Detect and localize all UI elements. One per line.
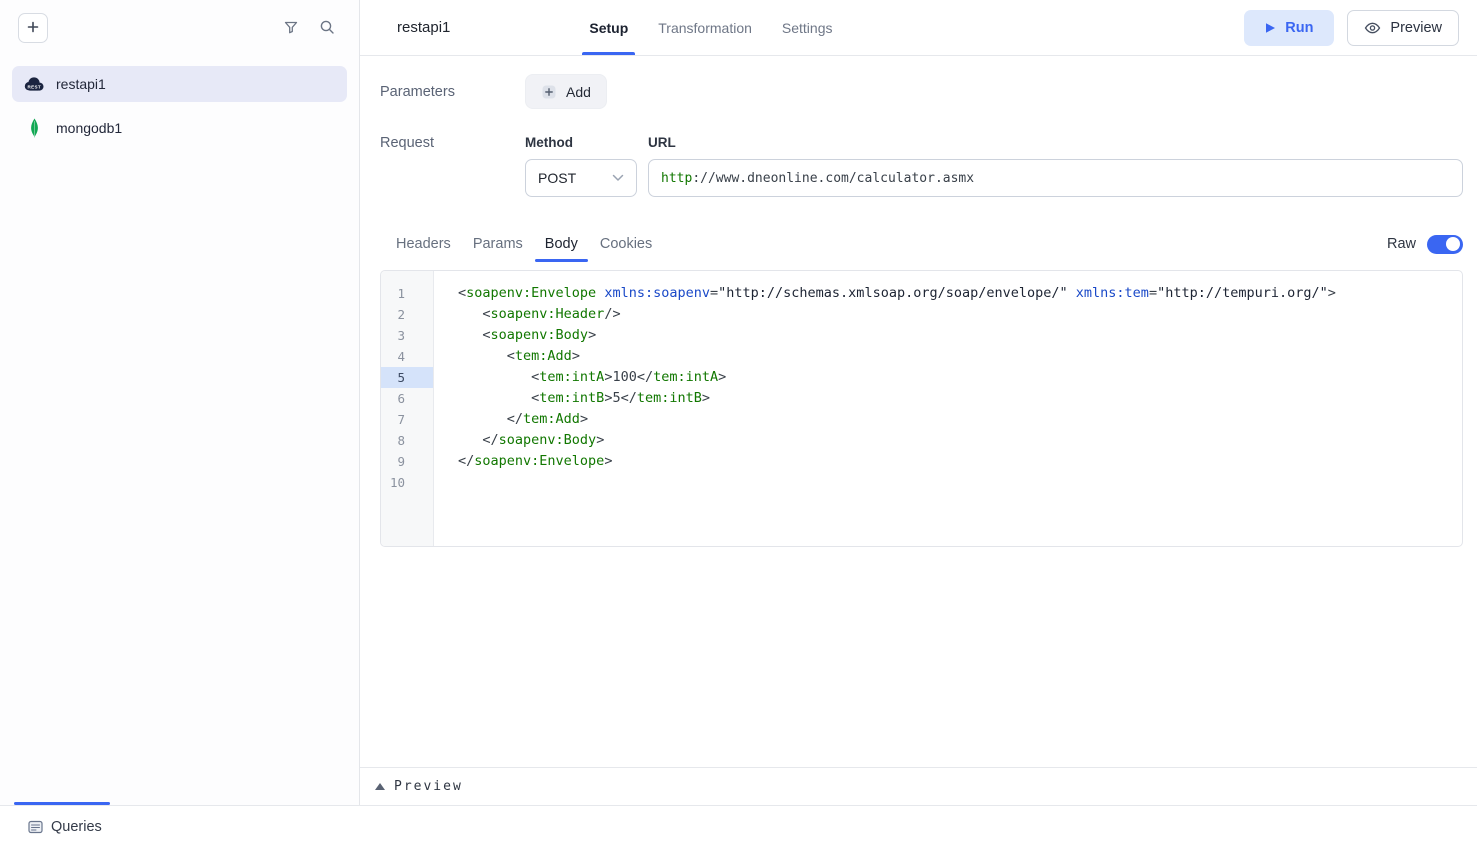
run-button[interactable]: Run [1244, 10, 1334, 46]
preview-button[interactable]: Preview [1347, 10, 1459, 46]
plus-square-icon [541, 84, 557, 100]
line-number: 5 [381, 367, 433, 388]
line-number: 7 [381, 409, 433, 430]
raw-toggle[interactable] [1427, 235, 1463, 254]
line-number: 3 [381, 325, 433, 346]
search-button[interactable] [313, 14, 341, 42]
setup-content: Parameters Add Request Method POST [360, 56, 1477, 767]
parameters-row: Parameters Add [380, 74, 1463, 109]
query-header: restapi1 Setup Transformation Settings R… [360, 0, 1477, 56]
entity-label: mongodb1 [56, 120, 122, 136]
method-select[interactable]: POST [525, 159, 637, 197]
add-parameter-button[interactable]: Add [525, 74, 607, 109]
line-number: 9 [381, 451, 433, 472]
raw-toggle-group: Raw [1387, 235, 1463, 254]
url-label: URL [648, 135, 1463, 150]
entity-list: REST restapi1 mongodb1 [0, 56, 359, 156]
tab-settings[interactable]: Settings [767, 0, 848, 55]
url-input[interactable]: http://www.dneonline.com/calculator.asmx [648, 159, 1463, 197]
header-tabs: Setup Transformation Settings [574, 0, 847, 55]
code-line[interactable]: <soapenv:Body> [458, 325, 1462, 346]
code-line[interactable]: <tem:intA>100</tem:intA> [458, 367, 1462, 388]
queries-tab-label: Queries [51, 819, 102, 835]
app-window: REST restapi1 mongodb1 [0, 0, 1477, 847]
sidebar-item-mongodb1[interactable]: mongodb1 [12, 110, 347, 146]
add-entity-button[interactable] [18, 13, 48, 43]
code-line[interactable]: <tem:Add> [458, 346, 1462, 367]
parameters-label: Parameters [380, 84, 525, 100]
code-line[interactable]: </tem:Add> [458, 409, 1462, 430]
line-number: 2 [381, 304, 433, 325]
line-number: 10 [381, 472, 433, 493]
bottom-tab-bar: Queries [0, 805, 1477, 847]
method-value: POST [538, 170, 576, 186]
request-config-tabs: Headers Params Body Cookies Raw [386, 227, 1463, 261]
line-number: 8 [381, 430, 433, 451]
method-field-group: Method POST [525, 135, 637, 197]
editor-code[interactable]: <soapenv:Envelope xmlns:soapenv="http://… [434, 271, 1462, 546]
code-line[interactable]: <tem:intB>5</tem:intB> [458, 388, 1462, 409]
main-panel: restapi1 Setup Transformation Settings R… [360, 0, 1477, 805]
search-icon [319, 19, 335, 38]
sidebar: REST restapi1 mongodb1 [0, 0, 360, 805]
sidebar-toolbar [0, 0, 359, 56]
code-line[interactable]: </soapenv:Body> [458, 430, 1462, 451]
line-number: 6 [381, 388, 433, 409]
raw-label: Raw [1387, 236, 1416, 252]
tab-setup[interactable]: Setup [574, 0, 643, 55]
chevron-down-icon [612, 174, 624, 182]
eye-icon [1364, 20, 1381, 36]
tab-body[interactable]: Body [535, 227, 588, 261]
rest-api-icon: REST [21, 76, 47, 93]
entity-label: restapi1 [56, 76, 106, 92]
line-number: 4 [381, 346, 433, 367]
editor-gutter: 12345678910 [381, 271, 434, 546]
sidebar-item-restapi1[interactable]: REST restapi1 [12, 66, 347, 102]
header-actions: Run Preview [1244, 10, 1459, 46]
tab-headers[interactable]: Headers [386, 227, 461, 261]
triangle-up-icon [375, 783, 385, 790]
code-line[interactable] [458, 472, 1462, 493]
code-line[interactable]: </soapenv:Envelope> [458, 451, 1462, 472]
body-editor[interactable]: 12345678910 <soapenv:Envelope xmlns:soap… [380, 270, 1463, 547]
request-row: Request Method POST URL http://www.dneon… [380, 135, 1463, 197]
toggle-knob [1446, 237, 1460, 251]
filter-button[interactable] [277, 14, 305, 42]
line-number: 1 [381, 283, 433, 304]
mongodb-icon [21, 118, 47, 138]
play-icon [1265, 22, 1276, 34]
svg-text:REST: REST [27, 84, 40, 89]
active-tab-indicator [14, 802, 110, 805]
method-label: Method [525, 135, 637, 150]
page-title: restapi1 [397, 19, 450, 36]
main-row: REST restapi1 mongodb1 [0, 0, 1477, 805]
tab-transformation[interactable]: Transformation [643, 0, 767, 55]
tab-cookies[interactable]: Cookies [590, 227, 662, 261]
queries-icon [28, 820, 43, 834]
tab-queries[interactable]: Queries [28, 819, 102, 835]
preview-panel-toggle[interactable]: Preview [360, 767, 1477, 805]
request-label: Request [380, 135, 525, 197]
url-field-group: URL http://www.dneonline.com/calculator.… [648, 135, 1463, 197]
code-line[interactable]: <soapenv:Header/> [458, 304, 1462, 325]
plus-icon [26, 20, 40, 37]
preview-panel-label: Preview [394, 779, 463, 794]
tab-params[interactable]: Params [463, 227, 533, 261]
filter-icon [283, 19, 299, 38]
code-line[interactable]: <soapenv:Envelope xmlns:soapenv="http://… [458, 283, 1462, 304]
